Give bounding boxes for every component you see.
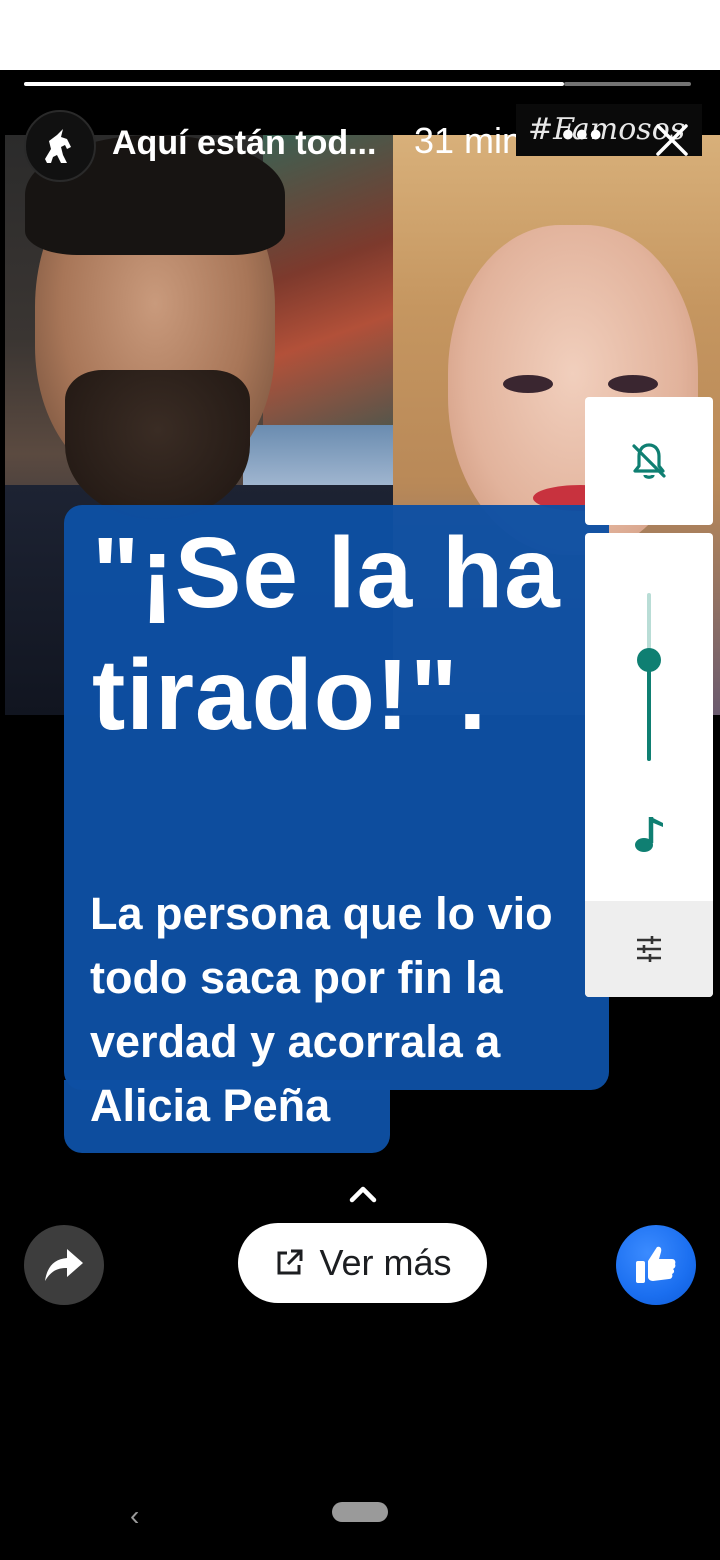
thumbs-up-icon [636, 1246, 676, 1283]
bell-off-icon [632, 443, 666, 479]
close-icon[interactable] [652, 120, 692, 160]
more-options-icon[interactable]: ••• [562, 116, 604, 155]
man-beard [65, 370, 250, 520]
volume-panel [585, 533, 713, 997]
story-progress-filled [24, 82, 564, 86]
story-progress-remaining [564, 82, 691, 86]
share-arrow-icon [45, 1249, 83, 1281]
story-timestamp: 31 min [414, 120, 523, 161]
music-note-icon[interactable] [629, 813, 669, 857]
navigation-bar [0, 1490, 720, 1560]
nav-back-icon[interactable]: ‹ [130, 1500, 139, 1532]
chevron-up-icon[interactable] [348, 1183, 378, 1205]
share-button[interactable] [24, 1225, 104, 1305]
ver-mas-label: Ver más [319, 1242, 452, 1283]
external-link-icon [277, 1249, 303, 1275]
ver-mas-button[interactable]: Ver más [238, 1223, 487, 1303]
status-bar [0, 0, 720, 70]
story-author-title[interactable]: Aquí están tod... [112, 124, 376, 163]
unicorn-icon [45, 129, 71, 163]
volume-slider-thumb[interactable] [637, 648, 661, 673]
woman-eye-left [503, 375, 553, 393]
story-subtext: La persona que lo vio todo saca por fin … [90, 888, 553, 1131]
woman-eye-right [608, 375, 658, 393]
avatar[interactable] [24, 110, 96, 182]
volume-slider-fill [647, 660, 651, 761]
nav-home-pill[interactable] [332, 1502, 388, 1522]
background-screen [243, 425, 393, 485]
sliders-icon [637, 936, 661, 962]
like-button[interactable] [616, 1225, 696, 1305]
sound-settings-button[interactable] [585, 901, 713, 997]
mute-notifications-button[interactable] [585, 397, 713, 525]
